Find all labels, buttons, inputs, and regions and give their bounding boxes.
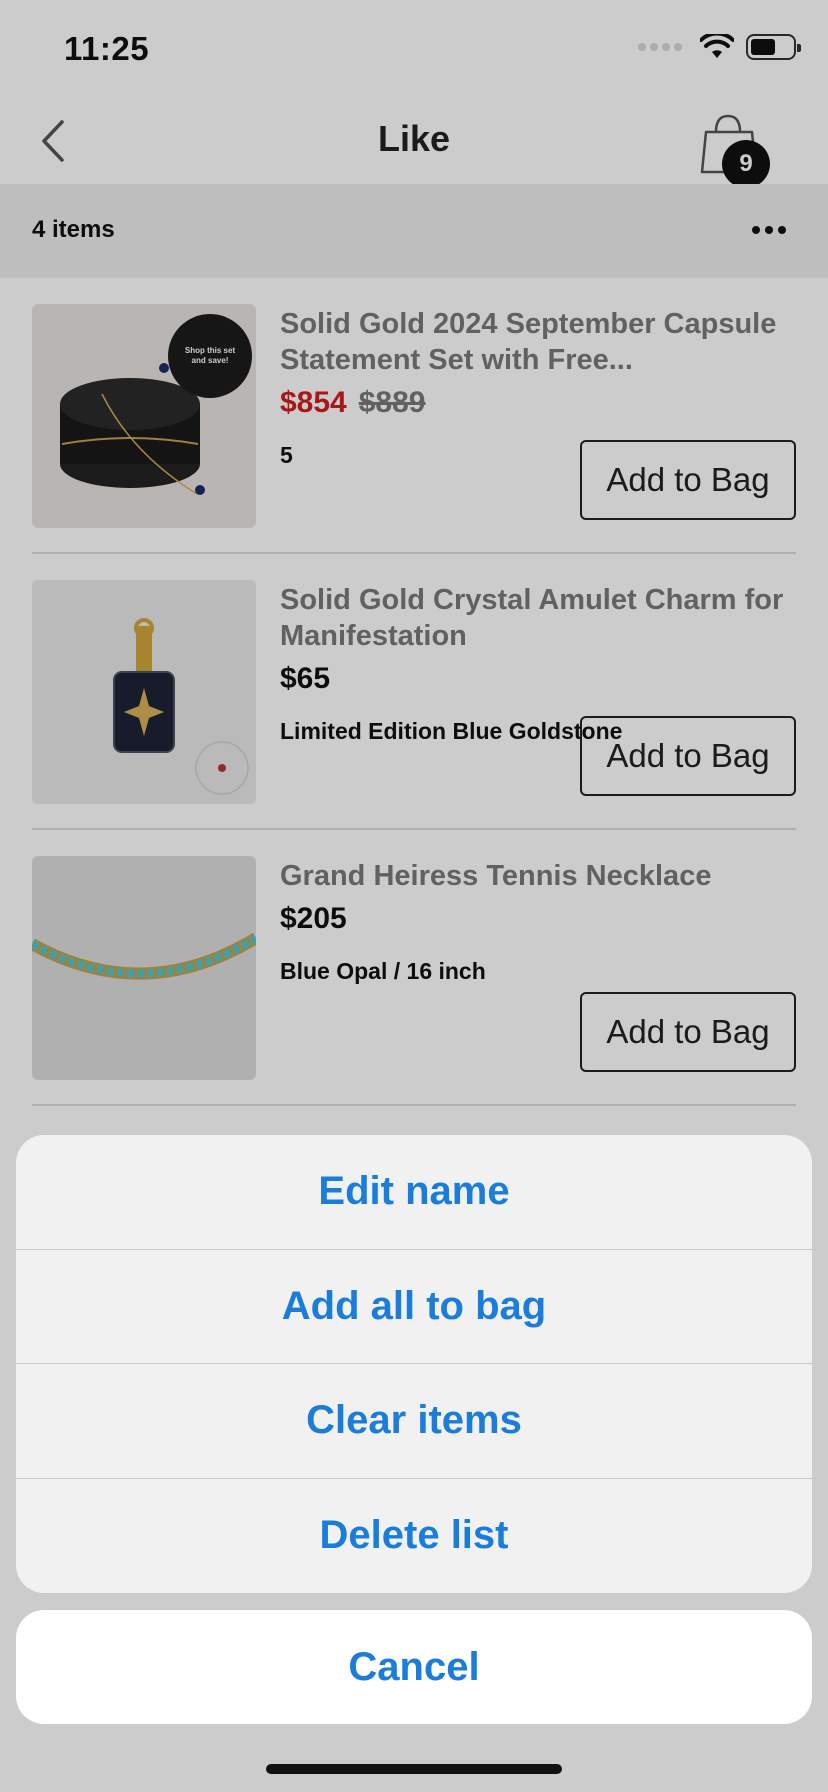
edit-name-button[interactable]: Edit name [16,1135,812,1250]
add-all-to-bag-button[interactable]: Add all to bag [16,1250,812,1364]
action-sheet: Edit name Add all to bag Clear items Del… [16,1135,812,1593]
delete-list-button[interactable]: Delete list [16,1479,812,1594]
home-indicator[interactable] [266,1764,562,1774]
cancel-button[interactable]: Cancel [16,1610,812,1724]
clear-items-button[interactable]: Clear items [16,1364,812,1479]
